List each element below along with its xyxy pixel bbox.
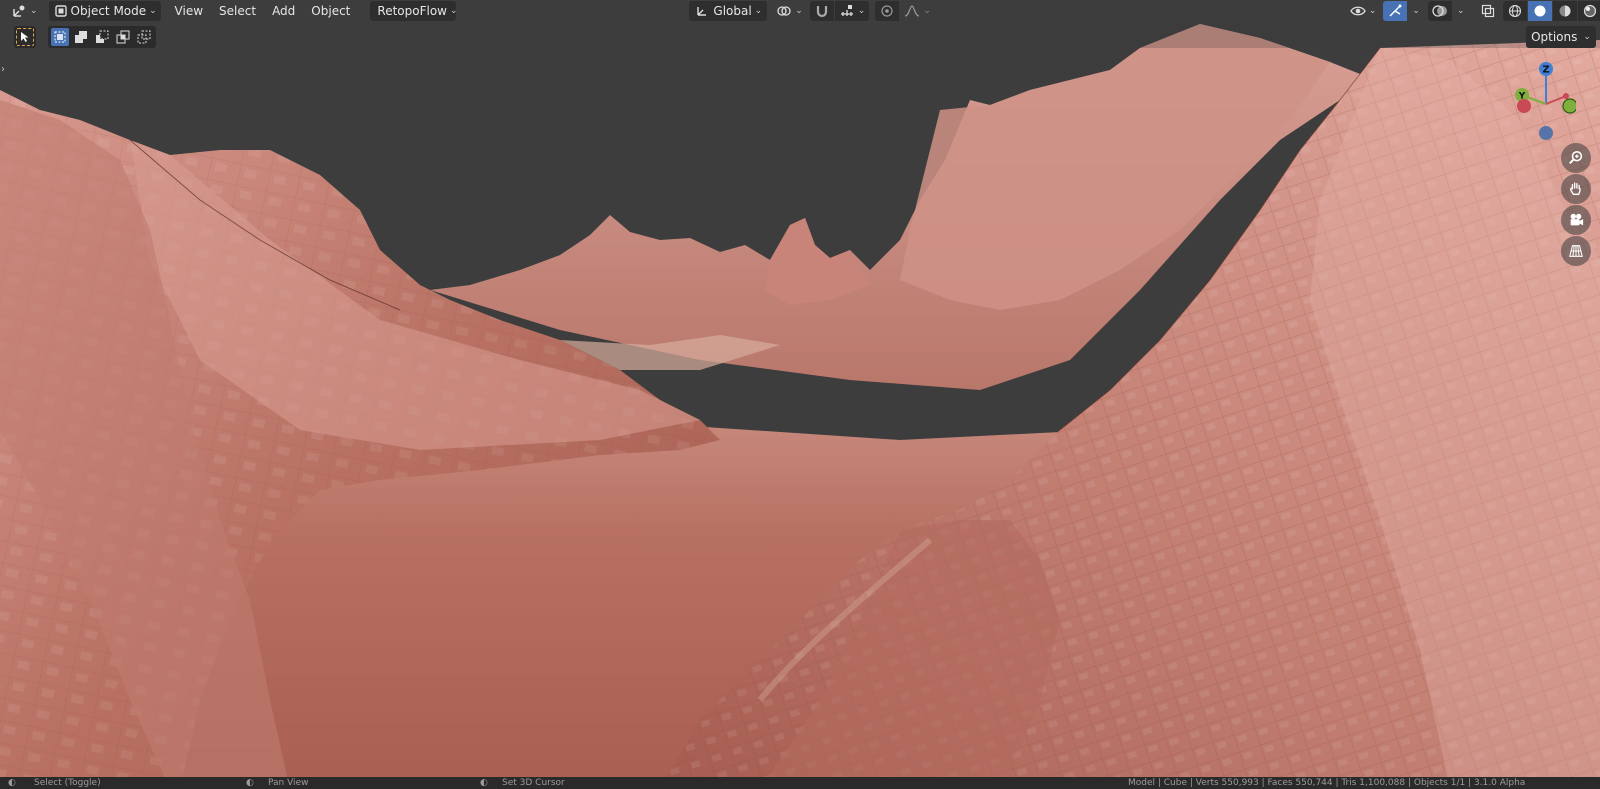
xray-toggle-icon	[1480, 3, 1496, 19]
camera-view-button[interactable]	[1561, 205, 1591, 235]
snap-increment-icon	[839, 3, 855, 19]
status-middle-pan: Pan View	[268, 778, 309, 788]
zoom-magnifier-icon	[1568, 150, 1584, 166]
chevron-down-icon: ⌄	[795, 6, 803, 16]
menu-add[interactable]: Add	[264, 1, 303, 21]
transform-orientation-dropdown[interactable]: Global ⌄	[689, 1, 768, 21]
sidebar-expand-arrow[interactable]: ‹	[1591, 64, 1595, 75]
chevron-down-icon: ⌄	[1412, 6, 1420, 16]
orthographic-grid-icon	[1568, 243, 1584, 259]
select-cursor-icon	[16, 28, 34, 46]
zoom-button[interactable]	[1561, 143, 1591, 173]
falloff-curve-icon	[904, 3, 920, 19]
pan-button[interactable]	[1561, 174, 1591, 204]
header-menus: View Select Add Object	[167, 1, 359, 21]
scene-statistics: Model | Cube | Verts 550,993 | Faces 550…	[1128, 778, 1526, 788]
menu-select[interactable]: Select	[211, 1, 264, 21]
snap-toggle[interactable]	[809, 1, 834, 21]
chevron-down-icon: ⌄	[449, 6, 458, 16]
3d-viewport[interactable]: ⌄ Object Mode ⌄ View Select Add Object R…	[0, 0, 1600, 789]
chevron-down-icon: ⌄	[857, 6, 866, 16]
neg-y-axis-handle[interactable]	[1562, 98, 1576, 114]
orientation-label: Global	[713, 4, 752, 18]
chevron-down-icon: ⌄	[30, 6, 38, 16]
overlays-toggle[interactable]	[1427, 1, 1452, 21]
retopoflow-menu[interactable]: RetopoFlow ⌄	[370, 1, 458, 21]
xray-toggle[interactable]	[1475, 1, 1501, 21]
rendered-shading-icon	[1582, 3, 1598, 19]
chevron-down-icon: ⌄	[1456, 6, 1465, 16]
falloff-dropdown[interactable]: ⌄	[900, 1, 935, 21]
mouse-icon: ◐	[246, 778, 254, 788]
tool-settings-row	[14, 26, 156, 48]
pan-hand-icon	[1568, 181, 1584, 197]
viewport-header: ⌄ Object Mode ⌄ View Select Add Object R…	[0, 0, 1600, 22]
x-axis-handle[interactable]	[1563, 93, 1569, 99]
gizmo-dropdown[interactable]: ⌄	[1408, 1, 1424, 21]
select-subtract-icon[interactable]	[93, 28, 111, 46]
gizmo-toggle[interactable]	[1383, 1, 1408, 21]
options-dropdown[interactable]: Options ⌄	[1526, 26, 1596, 48]
select-extend-icon[interactable]	[72, 28, 90, 46]
material-preview-button[interactable]	[1552, 1, 1577, 21]
select-box-new-icon[interactable]	[51, 28, 69, 46]
solid-shading-button[interactable]	[1527, 1, 1552, 21]
select-invert-icon[interactable]	[135, 28, 153, 46]
object-mode-icon	[54, 3, 68, 19]
active-tool-button[interactable]	[14, 26, 36, 48]
status-middle-cursor: Set 3D Cursor	[502, 778, 565, 788]
solid-shading-icon	[1532, 3, 1548, 19]
status-left: Select (Toggle)	[34, 778, 101, 788]
options-label: Options	[1531, 30, 1578, 44]
chevron-down-icon: ⌄	[754, 6, 763, 16]
visibility-dropdown[interactable]: ⌄	[1345, 1, 1382, 21]
mouse-icon: ◐	[8, 778, 16, 788]
mouse-icon: ◐	[480, 778, 488, 788]
editor-type-button[interactable]: ⌄	[6, 1, 43, 21]
chevron-down-icon: ⌄	[149, 6, 157, 16]
menu-view[interactable]: View	[167, 1, 211, 21]
chevron-down-icon: ⌄	[1583, 32, 1591, 42]
eye-icon	[1350, 3, 1366, 19]
x-axis-line	[1545, 95, 1567, 105]
proportional-editing-toggle[interactable]	[875, 1, 900, 21]
camera-view-icon	[1568, 212, 1584, 228]
selection-mode-group	[48, 26, 156, 48]
snap-magnet-icon	[814, 3, 830, 19]
3d-viewport-icon	[11, 3, 27, 19]
shading-modes	[1502, 1, 1600, 21]
orthographic-toggle-button[interactable]	[1561, 236, 1591, 266]
material-preview-icon	[1557, 3, 1573, 19]
navigation-gizmo[interactable]: Z Y	[1506, 58, 1576, 148]
proportional-group: ⌄	[875, 1, 935, 21]
neg-z-axis-handle[interactable]	[1539, 126, 1553, 140]
neg-x-axis-handle[interactable]	[1517, 99, 1531, 113]
menu-object[interactable]: Object	[303, 1, 358, 21]
snap-group: ⌄	[809, 1, 870, 21]
z-axis-label: Z	[1542, 65, 1549, 76]
toolbar-expand-arrow[interactable]: ›	[1, 64, 5, 75]
proportional-editing-icon	[879, 3, 895, 19]
overlays-icon	[1432, 3, 1448, 19]
overlays-group: ⌄	[1427, 1, 1469, 21]
terrain-mesh[interactable]	[0, 0, 1600, 789]
mode-dropdown[interactable]: Object Mode ⌄	[48, 1, 161, 21]
transform-orientation-icon	[694, 3, 710, 19]
status-bar: ◐ Select (Toggle) ◐ Pan View ◐ Set 3D Cu…	[0, 777, 1600, 789]
mode-label: Object Mode	[70, 4, 147, 18]
pivot-point-icon	[776, 3, 792, 19]
retopoflow-label: RetopoFlow	[377, 4, 447, 18]
chevron-down-icon: ⌄	[923, 6, 931, 16]
rendered-shading-button[interactable]	[1577, 1, 1600, 21]
pivot-point-dropdown[interactable]: ⌄	[771, 1, 808, 21]
chevron-down-icon: ⌄	[1368, 6, 1377, 16]
gizmo-toggle-icon	[1387, 3, 1403, 19]
gizmo-group: ⌄	[1383, 1, 1424, 21]
snap-target-dropdown[interactable]: ⌄	[834, 1, 870, 21]
overlays-dropdown[interactable]: ⌄	[1453, 1, 1469, 21]
wireframe-shading-icon	[1507, 3, 1523, 19]
select-intersect-icon[interactable]	[114, 28, 132, 46]
wireframe-shading-button[interactable]	[1502, 1, 1527, 21]
